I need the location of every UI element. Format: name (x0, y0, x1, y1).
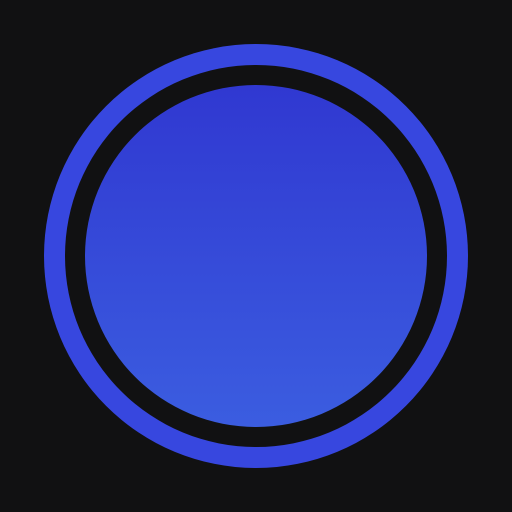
app-icon-canvas (0, 0, 512, 512)
inner-disc (85, 85, 427, 427)
circle-button-icon (0, 0, 512, 512)
